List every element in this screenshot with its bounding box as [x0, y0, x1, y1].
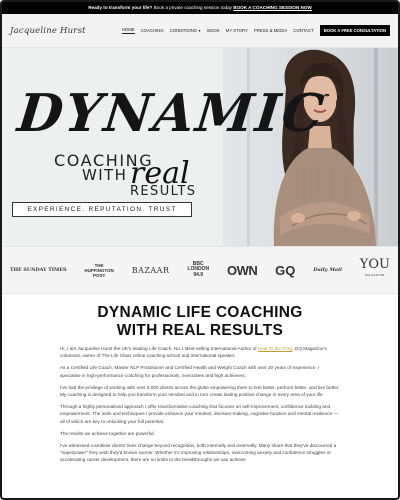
page-heading-line: WITH REAL RESULTS [116, 322, 284, 339]
results-paragraph: The results we achieve together are powe… [60, 430, 155, 436]
bazaar-logo: BAZAAR [131, 265, 170, 275]
hero-banner: DYNAMIC COACHING WITH real RESULTS EXPER… [2, 48, 398, 246]
huffington-post-logo-line: POST [92, 272, 106, 278]
coach-portrait [273, 49, 376, 246]
announcement-lead: Ready to transform your life? [88, 5, 153, 10]
testimonial-paragraph: I've witnessed countless clients' lives … [60, 443, 337, 463]
clients-paragraph: I've had the privilege of working with o… [60, 384, 340, 398]
nav-my-story[interactable]: MY STORY [226, 28, 248, 33]
book-link[interactable]: How To Do YOU [258, 346, 292, 351]
hero-title: DYNAMIC [14, 83, 329, 144]
announcement-bar: Ready to transform your life? Book a pri… [2, 2, 398, 14]
page-heading-line: DYNAMIC LIFE COACHING [97, 304, 303, 321]
book-coaching-link[interactable]: BOOK A COACHING SESSION NOW [233, 5, 312, 10]
approach-paragraph: Through a highly personalised approach I… [60, 404, 339, 424]
intro-paragraph: Hi, I am Jacqueline Hurst the UK's leadi… [60, 345, 340, 359]
credentials-paragraph: As a Certified Life Coach, Master NLP Pr… [60, 365, 320, 378]
intro-text: Hi, I am Jacqueline Hurst the UK's leadi… [60, 346, 258, 351]
hero-with: WITH [82, 166, 128, 184]
nav-press-media[interactable]: PRESS & MEDIA [254, 28, 287, 33]
daily-mail-logo: Daily Mail [313, 267, 342, 273]
nav-home[interactable]: HOME [121, 27, 135, 34]
bbc-london-logo: BBC LONDON 94.9 [187, 261, 209, 279]
bbc-london-logo-line: 94.9 [193, 271, 204, 278]
chevron-down-icon: ▼ [197, 29, 202, 33]
page-heading: DYNAMIC LIFE COACHING WITH REAL RESULTS [60, 304, 340, 340]
nav-book[interactable]: BOOK [207, 28, 219, 33]
header-nav: Jacqueline Hurst HOME COACHING CONDITION… [2, 14, 398, 48]
huffington-post-logo: THE HUFFINGTON POST [84, 263, 113, 278]
main-content: DYNAMIC LIFE COACHING WITH REAL RESULTS … [2, 304, 398, 464]
gq-logo: GQ [275, 262, 296, 278]
nav-conditions[interactable]: CONDITIONS▼ [170, 28, 201, 33]
nav-conditions-label: CONDITIONS [169, 28, 197, 33]
main-menu: HOME COACHING CONDITIONS▼ BOOK MY STORY … [121, 25, 390, 36]
press-logos: THE SUNDAY TIMES THE HUFFINGTON POST BAZ… [2, 246, 398, 294]
nav-coaching[interactable]: COACHING [141, 28, 164, 33]
you-magazine-logo: YOU MAGAZINE [360, 258, 390, 281]
announcement-text: Book a private coaching session today [152, 5, 234, 10]
site-logo[interactable]: Jacqueline Hurst [10, 26, 86, 36]
page: Ready to transform your life? Book a pri… [0, 0, 400, 500]
sunday-times-logo: THE SUNDAY TIMES [10, 267, 67, 273]
book-consultation-button[interactable]: BOOK A FREE CONSULTATION [319, 25, 390, 36]
own-logo: OWN [226, 262, 258, 278]
hero-results: RESULTS [130, 184, 197, 199]
nav-contact[interactable]: CONTACT [293, 28, 313, 33]
hero-tagline: EXPERIENCE. REPUTATION. TRUST [12, 202, 192, 217]
